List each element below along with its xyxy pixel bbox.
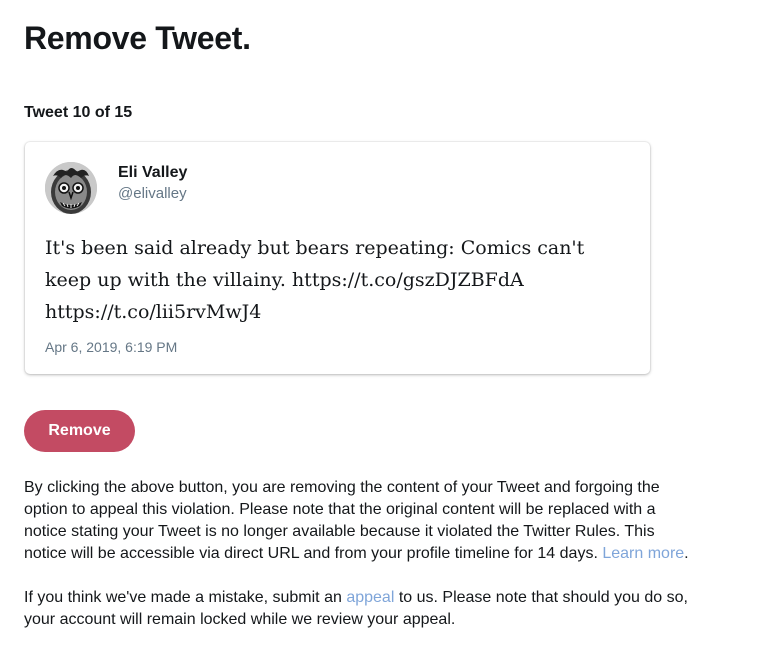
- notice-line: notice will be accessible via direct URL…: [24, 545, 598, 562]
- author-handle: @elivalley: [118, 185, 187, 202]
- page-title: Remove Tweet.: [24, 20, 251, 56]
- tweet-text-line: It's been said already but bears repeati…: [45, 237, 585, 259]
- author-name: Eli Valley: [118, 164, 188, 181]
- appeal-text-before: If you think we've made a mistake, submi…: [24, 589, 342, 606]
- appeal-text-after: to us. Please note that should you do so…: [398, 589, 688, 606]
- appeal-notice-paragraph: If you think we've made a mistake, submi…: [24, 587, 764, 631]
- notice-line: By clicking the above button, you are re…: [24, 479, 660, 496]
- tweet-text-line: keep up with the villainy. https://t.co/…: [45, 269, 524, 291]
- avatar-illustration: [45, 162, 97, 214]
- remove-notice-paragraph: By clicking the above button, you are re…: [24, 477, 764, 565]
- notice-line: notice stating your Tweet is no longer a…: [24, 523, 655, 540]
- tweet-timestamp: Apr 6, 2019, 6:19 PM: [45, 339, 178, 355]
- notice-line: option to appeal this violation. Please …: [24, 501, 656, 518]
- learn-more-link[interactable]: Learn more: [602, 545, 684, 562]
- tweet-counter: Tweet 10 of 15: [24, 104, 133, 121]
- appeal-text-line: your account will remain locked while we…: [24, 611, 456, 628]
- tweet-card: Eli Valley @elivalley It's been said alr…: [25, 142, 650, 374]
- user-avatar-icon: [45, 162, 97, 214]
- tweet-text-line: https://t.co/lii5rvMwJ4: [45, 301, 262, 323]
- remove-button[interactable]: Remove: [24, 410, 135, 452]
- notice-period: .: [684, 545, 689, 562]
- tweet-text: It's been said already but bears repeati…: [45, 232, 635, 328]
- appeal-link[interactable]: appeal: [346, 589, 394, 606]
- remove-tweet-page: Remove Tweet. Tweet 10 of 15 Eli Valley …: [0, 0, 778, 666]
